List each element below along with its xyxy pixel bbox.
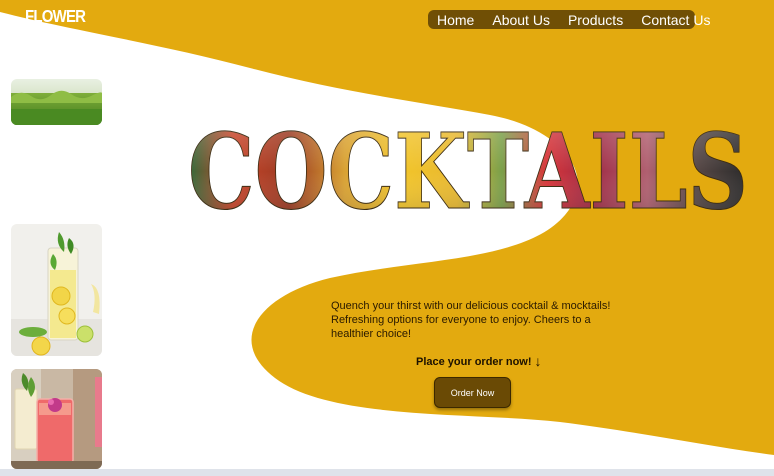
hero-title: COCKTAILS COCKTAILS (188, 118, 748, 218)
bottom-scroll-bar (0, 469, 774, 476)
lemon-mojito-image (11, 224, 102, 356)
background-wave (0, 0, 774, 455)
arrow-down-icon: ↓ (534, 353, 542, 369)
hero-description: Quench your thirst with our delicious co… (331, 300, 611, 340)
nav-products[interactable]: Products (568, 12, 623, 28)
grass-field-image (11, 79, 102, 125)
nav-contact-us[interactable]: Contact Us (641, 12, 710, 28)
main-nav: Home About Us Products Contact Us (428, 10, 710, 29)
hero-title-shade: COCKTAILS (188, 118, 748, 218)
order-prompt: Place your order now! ↓ (416, 353, 542, 369)
nav-home[interactable]: Home (437, 12, 474, 28)
pink-cocktail-image (11, 369, 102, 469)
nav-about-us[interactable]: About Us (492, 12, 550, 28)
order-now-button[interactable]: Order Now (434, 377, 511, 408)
brand-logo[interactable]: FLOWER (25, 7, 86, 27)
order-prompt-text: Place your order now! (416, 356, 532, 368)
